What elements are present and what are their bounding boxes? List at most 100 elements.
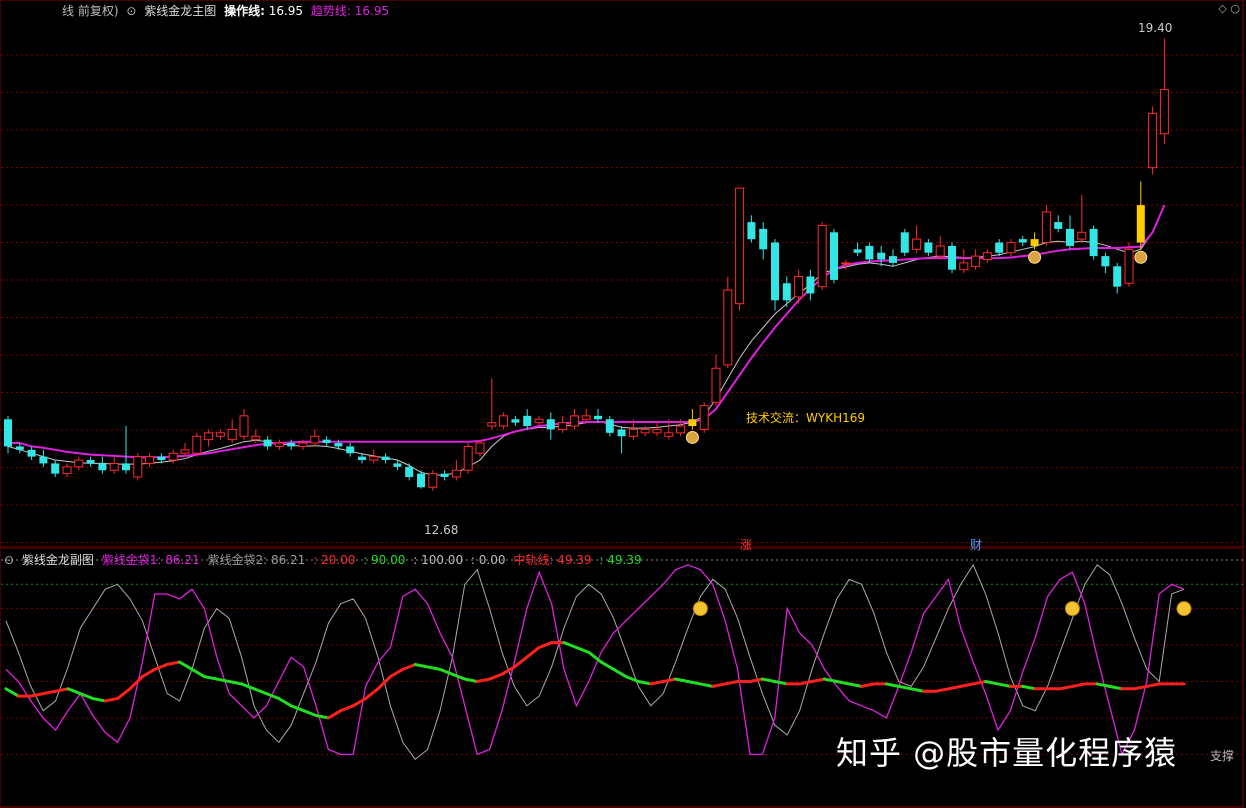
mid-line-segment (624, 675, 640, 683)
candle-body (358, 456, 366, 461)
mid-line-segment (748, 677, 764, 683)
candle-body (1148, 112, 1158, 169)
mid-line-segment (512, 655, 529, 669)
candle (735, 187, 745, 311)
candle-body (4, 419, 12, 447)
candle (145, 453, 155, 467)
candle-body (322, 439, 331, 444)
candle-body (109, 462, 119, 471)
level-20: : 20.00 (313, 553, 356, 567)
candle-body (723, 289, 733, 366)
candle-body (959, 262, 969, 271)
candle-body (523, 415, 532, 427)
main-candlestick-chart[interactable] (0, 0, 1246, 548)
mid-value: 49.39 (557, 553, 592, 567)
candle-body (935, 245, 945, 257)
candle (27, 446, 36, 461)
candle (889, 249, 897, 267)
candle (62, 463, 72, 478)
candle-body (1136, 205, 1145, 243)
stock-chart-window: 线 前复权) ⊙ 紫线金龙主图 操作线: 16.95 趋势线: 16.95 ◇ … (0, 0, 1246, 808)
candle-body (782, 283, 791, 301)
candle (558, 415, 568, 433)
mid-line-segment (302, 709, 318, 718)
mid-line-segment (376, 675, 392, 691)
candle (581, 409, 591, 423)
candle (475, 439, 485, 457)
mid-line-segment (1108, 684, 1124, 691)
candle-body (346, 446, 355, 454)
candle (440, 470, 449, 481)
candle-body (192, 435, 202, 454)
mid-line-segment (190, 667, 206, 679)
candle (1113, 262, 1122, 294)
indicator-name[interactable]: 紫线金龙副图 (22, 553, 94, 567)
candle (122, 426, 130, 474)
mid-line-segment (4, 687, 20, 698)
bag1-value: 86.21 (165, 553, 200, 567)
candle-body (688, 419, 697, 427)
mid-line-segment (909, 687, 926, 693)
main-frame (0, 0, 1244, 548)
candle-body (594, 415, 602, 420)
mid-line-segment (438, 667, 454, 676)
candle-body (806, 276, 815, 294)
candle-body (853, 249, 862, 253)
mid-line-segment (711, 682, 727, 688)
candle (109, 456, 119, 474)
operate-label: 操作线: (224, 4, 265, 18)
candle-body (239, 415, 249, 437)
candle-body (995, 242, 1004, 253)
candle (39, 449, 48, 467)
candle-body (794, 276, 804, 298)
mid-line-segment (227, 680, 244, 686)
mid-line-segment (215, 677, 231, 683)
chevron-down-icon[interactable]: ⊙ (126, 4, 136, 18)
candle (1148, 106, 1158, 175)
candle-body (877, 252, 886, 260)
mid-line-segment (1070, 682, 1087, 688)
mid-line-segment (1095, 682, 1112, 688)
candle (1066, 215, 1074, 250)
candle (1077, 194, 1087, 243)
mid-line-segment (612, 667, 628, 679)
main-chart-name[interactable]: 紫线金龙主图 (144, 4, 216, 18)
candle-body (168, 452, 178, 461)
level-90: : 90.00 (363, 553, 406, 567)
candle (830, 228, 838, 284)
candle-body (1077, 231, 1087, 240)
candle (263, 436, 272, 450)
candle (723, 276, 733, 369)
candle-body (971, 255, 981, 267)
candle-body (1124, 248, 1134, 284)
mode-text: 线 前复权) (62, 4, 119, 18)
candle (1054, 215, 1063, 233)
candle (239, 409, 249, 440)
candle-body (157, 456, 166, 461)
mid-line-segment (252, 687, 268, 696)
candle (569, 409, 579, 430)
mid-line-segment (1145, 682, 1161, 688)
mid-line-segment (178, 660, 194, 671)
candle-body (676, 425, 686, 434)
candle-body (1101, 256, 1110, 267)
candle (310, 429, 320, 447)
circle-icon[interactable]: ○ (1230, 2, 1240, 15)
money-bag-icon (1028, 250, 1042, 264)
candle (771, 239, 779, 311)
candle-body (1018, 239, 1027, 243)
mid-line-segment (128, 675, 144, 691)
main-chart-header: 线 前复权) ⊙ 紫线金龙主图 操作线: 16.95 趋势线: 16.95 (0, 2, 393, 20)
diamond-icon[interactable]: ◇ (1218, 2, 1226, 15)
event-zhang[interactable]: 涨 (740, 536, 752, 553)
candle (617, 426, 626, 454)
low-price-label: 12.68 (424, 523, 459, 537)
mid-line-segment (636, 680, 653, 686)
event-cai[interactable]: 财 (970, 536, 982, 553)
candle (487, 378, 497, 430)
candle (1124, 242, 1134, 287)
candle (74, 456, 84, 471)
chevron-down-icon[interactable]: ⊙ (4, 553, 14, 567)
candle-body (558, 422, 568, 430)
candle (274, 439, 284, 450)
